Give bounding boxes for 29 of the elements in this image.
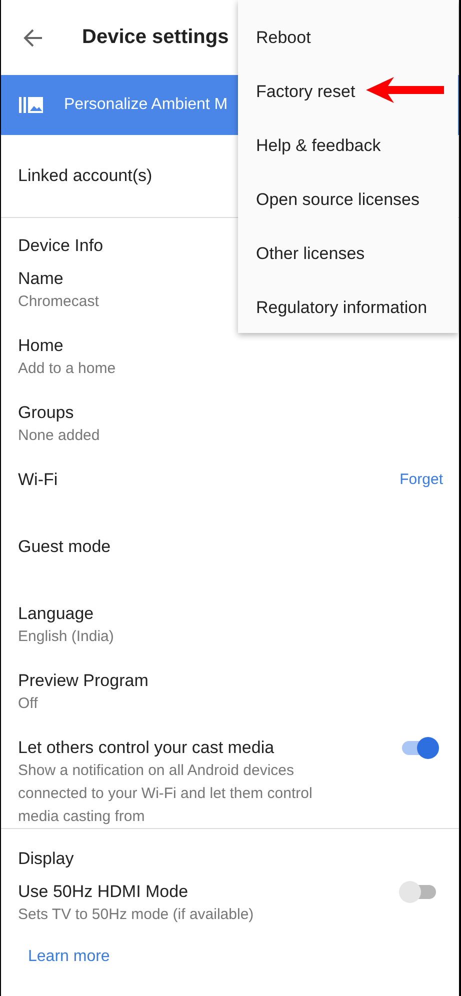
setting-value: Add to a home bbox=[18, 359, 117, 379]
setting-label[interactable]: Preview Program bbox=[18, 670, 148, 692]
setting-value: Chromecast bbox=[18, 292, 100, 312]
menu-item[interactable]: Reboot bbox=[238, 11, 458, 65]
setting-label[interactable]: Let others control your cast media bbox=[18, 737, 274, 759]
setting-value: Sets TV to 50Hz mode (if available) bbox=[18, 905, 255, 925]
setting-label[interactable]: Home bbox=[18, 335, 64, 357]
linked-accounts[interactable]: Linked account(s) bbox=[18, 166, 152, 186]
setting-value: Off bbox=[18, 694, 39, 714]
menu-item[interactable]: Open source licenses bbox=[238, 173, 458, 227]
section-title: Device Info bbox=[18, 236, 104, 256]
section-title: Display bbox=[18, 849, 74, 869]
learn-more-link[interactable]: Learn more bbox=[28, 948, 459, 966]
menu-item[interactable]: Regulatory information bbox=[238, 281, 458, 335]
back-arrow-icon[interactable] bbox=[23, 28, 43, 46]
setting-value: English (India) bbox=[18, 627, 115, 647]
setting-value: None added bbox=[18, 426, 101, 446]
banner-label: Personalize Ambient M bbox=[64, 96, 228, 114]
setting-label[interactable]: Groups bbox=[18, 402, 74, 424]
setting-value: Show a notification on all Android devices connected to your Wi-Fi and let them control media casting from bbox=[18, 761, 314, 827]
setting-label[interactable]: Name bbox=[18, 268, 64, 290]
setting-label[interactable]: Wi-Fi bbox=[18, 469, 58, 491]
photo-icon bbox=[19, 95, 43, 115]
menu-item[interactable]: Other licenses bbox=[238, 227, 458, 281]
setting-label[interactable]: Use 50Hz HDMI Mode bbox=[18, 881, 188, 903]
forget-link[interactable]: Forget bbox=[400, 471, 443, 488]
screen-title: Device settings bbox=[82, 26, 229, 49]
setting-label[interactable]: Guest mode bbox=[18, 536, 111, 558]
setting-label[interactable]: Language bbox=[18, 603, 94, 625]
